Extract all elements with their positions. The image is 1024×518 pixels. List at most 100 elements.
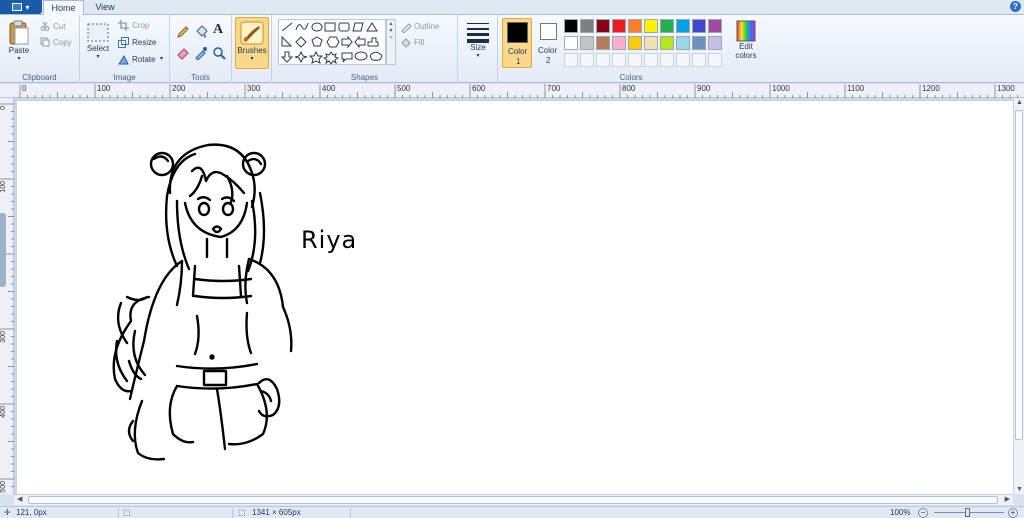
tab-home[interactable]: Home — [43, 0, 84, 16]
cut-button[interactable]: Cut — [53, 22, 65, 31]
resize-button[interactable]: Resize — [132, 38, 156, 47]
rounded-rectangle-shape-icon[interactable] — [338, 22, 350, 32]
copy-button[interactable]: Copy — [53, 38, 72, 47]
pencil-icon[interactable] — [176, 25, 190, 39]
scroll-down-arrow-icon[interactable]: ▼ — [1016, 486, 1023, 493]
tools-group: A Tools — [170, 15, 232, 83]
custom-color-slot[interactable] — [564, 53, 578, 67]
scroll-left-arrow-icon[interactable]: ◀ — [17, 495, 22, 503]
custom-color-slot[interactable] — [580, 53, 594, 67]
custom-color-slot[interactable] — [612, 53, 626, 67]
custom-color-slot[interactable] — [660, 53, 674, 67]
right-triangle-shape-icon[interactable] — [281, 35, 293, 47]
ruler-tick-label: 700 — [547, 84, 561, 93]
callout-cloud-shape-icon[interactable] — [369, 51, 383, 61]
color-swatch[interactable] — [708, 19, 722, 33]
fill-button[interactable]: Fill — [414, 38, 424, 47]
rotate-dropdown-icon[interactable]: ▾ — [160, 55, 163, 62]
color-swatch[interactable] — [580, 36, 594, 50]
color-swatch[interactable] — [676, 36, 690, 50]
color-swatch[interactable] — [612, 36, 626, 50]
size-button[interactable]: Size ▾ — [462, 18, 494, 68]
color-swatch[interactable] — [660, 36, 674, 50]
paste-button[interactable]: Paste ▾ — [3, 18, 35, 68]
custom-color-slot[interactable] — [708, 53, 722, 67]
fill-bucket-icon[interactable] — [194, 25, 208, 39]
size-dropdown-icon[interactable]: ▾ — [462, 52, 494, 59]
color2-button[interactable] — [540, 23, 557, 40]
edit-colors-button[interactable]: Edit colors — [732, 18, 760, 68]
zoom-slider-thumb[interactable] — [965, 508, 970, 517]
up-arrow-shape-icon[interactable] — [367, 37, 379, 47]
color-swatch[interactable] — [644, 36, 658, 50]
scroll-right-arrow-icon[interactable]: ▶ — [1005, 495, 1010, 503]
color-swatch[interactable] — [692, 19, 706, 33]
hexagon-shape-icon[interactable] — [326, 36, 340, 48]
color-swatch[interactable] — [564, 19, 578, 33]
callout-rectangle-shape-icon[interactable] — [341, 52, 353, 63]
custom-color-slot[interactable] — [596, 53, 610, 67]
color-swatch[interactable] — [596, 19, 610, 33]
paste-icon — [9, 20, 29, 45]
color-swatch[interactable] — [564, 36, 578, 50]
color-swatch[interactable] — [596, 36, 610, 50]
application-menu-button[interactable]: ▾ — [0, 0, 42, 14]
horizontal-scrollbar[interactable]: ◀ ▶ — [14, 494, 1013, 505]
canvas-resize-handle[interactable] — [0, 213, 6, 287]
right-arrow-shape-icon[interactable] — [341, 35, 353, 49]
color-swatch[interactable] — [692, 36, 706, 50]
shapes-gallery-scroll[interactable]: ▴ ▾ ▿ — [386, 19, 396, 65]
color-swatch[interactable] — [660, 19, 674, 33]
rotate-button[interactable]: Rotate — [132, 55, 156, 64]
paste-dropdown-icon[interactable]: ▾ — [3, 55, 35, 62]
diamond-shape-icon[interactable] — [295, 36, 307, 48]
rotate-icon — [118, 54, 129, 65]
color-picker-icon[interactable] — [194, 46, 208, 60]
text-tool-icon[interactable]: A — [213, 22, 223, 38]
five-point-star-shape-icon[interactable] — [308, 50, 324, 64]
shapes-gallery[interactable] — [278, 19, 386, 65]
vertical-scrollbar[interactable]: ▲ ▼ — [1013, 98, 1024, 494]
color-swatch[interactable] — [612, 19, 626, 33]
four-point-star-shape-icon[interactable] — [294, 50, 308, 64]
tab-view[interactable]: View — [86, 0, 124, 15]
custom-color-slot[interactable] — [692, 53, 706, 67]
oval-shape-icon[interactable] — [311, 22, 323, 32]
custom-color-slot[interactable] — [628, 53, 642, 67]
callout-oval-shape-icon[interactable] — [354, 51, 368, 61]
select-button[interactable]: Select ▾ — [83, 18, 113, 68]
custom-color-slot[interactable] — [644, 53, 658, 67]
six-point-star-shape-icon[interactable] — [322, 51, 340, 65]
crop-button[interactable]: Crop — [132, 21, 149, 30]
zoom-out-button[interactable]: − — [918, 508, 928, 518]
custom-color-slot[interactable] — [676, 53, 690, 67]
color-swatch[interactable] — [676, 19, 690, 33]
outline-button[interactable]: Outline — [414, 22, 439, 31]
brushes-dropdown-icon[interactable]: ▾ — [236, 55, 268, 62]
color-swatch[interactable] — [628, 36, 642, 50]
drawing-canvas[interactable]: Riya — [17, 101, 1013, 494]
pentagon-shape-icon[interactable] — [311, 36, 323, 47]
scroll-up-arrow-icon[interactable]: ▲ — [1016, 99, 1023, 106]
color-swatch[interactable] — [580, 19, 594, 33]
color1-button[interactable]: Color 1 — [502, 18, 532, 68]
polygon-shape-icon[interactable] — [352, 22, 364, 32]
curve-shape-icon[interactable] — [295, 22, 309, 31]
color-swatch[interactable] — [628, 19, 642, 33]
shapes-group: ▴ ▾ ▿ Outline Fill Shapes — [272, 15, 458, 83]
zoom-in-button[interactable]: + — [1008, 508, 1018, 518]
help-icon[interactable]: ? — [1010, 1, 1021, 12]
brushes-button[interactable]: Brushes ▾ — [235, 17, 269, 69]
line-shape-icon[interactable] — [281, 22, 293, 32]
select-dropdown-icon[interactable]: ▾ — [83, 53, 113, 60]
color-swatch[interactable] — [644, 19, 658, 33]
down-arrow-shape-icon[interactable] — [280, 51, 294, 63]
vertical-scroll-thumb[interactable] — [1015, 110, 1023, 440]
left-arrow-shape-icon[interactable] — [354, 35, 366, 49]
magnifier-icon[interactable] — [212, 46, 226, 60]
eraser-icon[interactable] — [176, 46, 190, 60]
horizontal-scroll-thumb[interactable] — [28, 496, 998, 504]
rectangle-shape-icon[interactable] — [324, 22, 336, 32]
triangle-shape-icon[interactable] — [366, 22, 378, 32]
color-swatch[interactable] — [708, 36, 722, 50]
